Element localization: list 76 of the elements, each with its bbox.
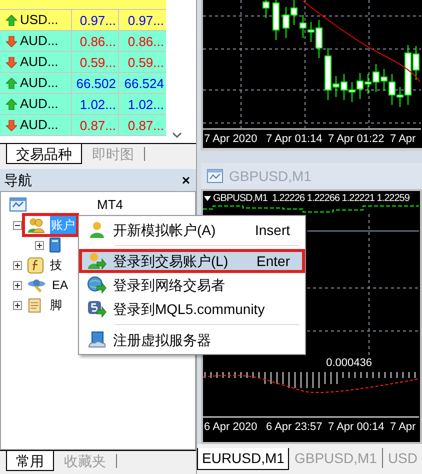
axis-label: 7 Apr 2020 <box>204 132 258 147</box>
bid-cell: 0.97... <box>72 10 119 30</box>
globe-arrow-icon <box>87 276 107 294</box>
symbol-cell-text: AUD... <box>20 95 58 114</box>
expand-icon[interactable] <box>13 300 22 310</box>
menu-label: 注册虚拟服务器 <box>113 330 212 350</box>
badge-arrow-icon <box>87 300 107 318</box>
menu-item[interactable]: 登录到网络交易者 <box>79 273 305 297</box>
menu-label: 登录到MQL5.community <box>113 300 266 319</box>
shortcut-label: Enter <box>256 252 290 270</box>
menu-item[interactable]: 登录到MQL5.community <box>79 297 305 321</box>
axis-label: 7 Apr 01:22 <box>328 132 386 147</box>
menu-item[interactable]: 开新模拟帐户(A) Insert <box>79 218 305 242</box>
person-icon <box>88 221 106 239</box>
candle <box>262 0 270 18</box>
bid-cell: 0.86... <box>72 31 119 51</box>
shortcut-label: Insert <box>254 220 290 240</box>
people-icon <box>27 216 45 234</box>
cloud-server-icon <box>88 331 106 349</box>
expand-icon[interactable] <box>13 260 22 270</box>
quote-row[interactable]: AUD... 0.86... 0.86... <box>0 31 166 52</box>
tree-item[interactable]: 脚 <box>49 296 63 314</box>
quote-row[interactable]: AUD... 1.02... 1.02... <box>0 94 166 115</box>
tree-item[interactable]: MT4 <box>96 195 124 215</box>
hat-icon <box>27 276 46 294</box>
quote-row[interactable]: AUD... 66.502 66.524 <box>0 73 166 94</box>
axis-label: 7 Apr <box>390 420 416 435</box>
ask-cell-text: 66.524 <box>123 75 165 93</box>
panel-title: 导航 <box>4 170 32 190</box>
bid-cell: 1.02... <box>72 94 119 114</box>
ask-cell-text: 0.86... <box>126 33 165 51</box>
collapse-icon[interactable] <box>13 220 22 230</box>
chart-tab[interactable]: EURUSD,M1 <box>197 448 290 470</box>
window-title: GBPUSD,M1 <box>229 166 312 186</box>
symbol-cell-text: AUD... <box>20 53 58 72</box>
symbol-quote: GBPUSD,M1 1.22226 1.22266 1.22221 1.22259 <box>213 192 410 206</box>
terminal-icon <box>9 197 27 213</box>
ask-cell-text: 0.97... <box>126 12 165 30</box>
menu-label: 登录到交易账户(L) <box>113 252 230 271</box>
axis-label: 7 Apr <box>390 132 416 147</box>
bid-cell: 0.59... <box>72 52 119 72</box>
close-button[interactable]: × <box>180 173 192 187</box>
bid-cell: 66.502 <box>72 73 119 93</box>
indicator-value: 0.000436 <box>326 356 372 369</box>
ask-cell-text: 0.59... <box>126 54 165 72</box>
menu-item[interactable]: 注册虚拟服务器 <box>79 328 305 352</box>
axis-label: 7 Apr 01:14 <box>266 132 324 147</box>
server-icon <box>49 237 61 253</box>
person-arrow-icon <box>87 252 107 270</box>
expand-icon[interactable] <box>35 240 44 250</box>
tree-item[interactable]: 技 <box>49 256 63 274</box>
tab[interactable]: 常用 <box>6 451 54 471</box>
tab[interactable]: 交易品种 <box>6 144 82 164</box>
axis-label: 6 Apr 23:57 <box>266 420 324 435</box>
tree-item[interactable]: EA <box>51 276 70 294</box>
symbol-cell-text: AUD... <box>20 32 58 50</box>
quote-row[interactable]: USD... 0.97... 0.97... <box>0 10 166 31</box>
symbol-cell-text: AUD... <box>20 74 58 92</box>
scroll-down-icon <box>172 132 182 139</box>
menu-label: 登录到网络交易者 <box>113 276 226 294</box>
dropdown-triangle-icon <box>204 196 211 200</box>
bid-cell: 0.87... <box>72 115 119 135</box>
function-icon <box>27 256 44 274</box>
ask-cell-text: 0.87... <box>126 117 165 135</box>
axis-label: 7 Apr 00:14 <box>328 420 386 435</box>
quote-row[interactable]: AUD... 0.87... 0.87... <box>0 115 166 136</box>
candle <box>272 0 280 40</box>
menu-item[interactable]: 登录到交易账户(L) Enter <box>79 249 305 273</box>
axis-label: 6 Apr 2020 <box>204 420 258 435</box>
chart-window-icon <box>207 169 223 183</box>
symbol-cell-text: AUD... <box>20 116 58 134</box>
expand-icon[interactable] <box>13 280 22 290</box>
quote-row[interactable]: AUD... 0.59... 0.59... <box>0 52 166 73</box>
ask-cell-text: 1.02... <box>126 96 165 114</box>
symbol-cell-text: USD... <box>20 11 58 30</box>
menu-label: 开新模拟帐户(A) <box>113 220 217 240</box>
